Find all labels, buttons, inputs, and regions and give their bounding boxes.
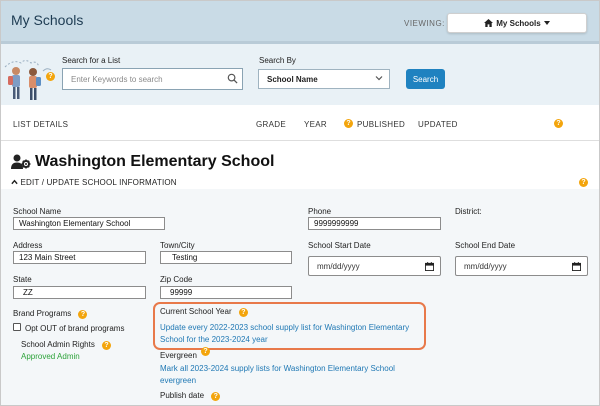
chevron-up-icon bbox=[11, 179, 18, 185]
evergreen-link-line-2[interactable]: evergreen bbox=[160, 375, 425, 387]
list-column-header: LIST DETAILS GRADE YEAR ? PUBLISHED UPDA… bbox=[1, 105, 599, 141]
phone-field[interactable]: 9999999999 bbox=[308, 217, 441, 230]
town-label: Town/City bbox=[160, 241, 195, 250]
app-window: My Schools VIEWING: My Schools ? Search … bbox=[0, 0, 600, 406]
brand-programs-label: Brand Programs ? bbox=[13, 309, 88, 319]
phone-value: 9999999999 bbox=[314, 219, 359, 228]
highlight-box bbox=[153, 302, 426, 350]
address-label: Address bbox=[13, 241, 43, 250]
search-help-icon[interactable]: ? bbox=[46, 72, 55, 81]
search-icon[interactable] bbox=[227, 73, 238, 84]
column-grade[interactable]: GRADE bbox=[256, 120, 286, 129]
opt-out-checkbox[interactable] bbox=[13, 323, 21, 331]
start-date-label: School Start Date bbox=[308, 241, 371, 250]
caret-down-icon bbox=[543, 21, 550, 25]
admin-rights-text: School Admin Rights bbox=[21, 340, 95, 349]
town-field[interactable]: Testing bbox=[160, 251, 292, 264]
search-placeholder: Enter Keywords to search bbox=[71, 74, 163, 84]
phone-label: Phone bbox=[308, 207, 332, 216]
publish-help-icon[interactable]: ? bbox=[211, 392, 221, 401]
view-selector-label: My Schools bbox=[496, 18, 541, 28]
end-date-value: mm/dd/yyyy bbox=[464, 261, 507, 271]
column-updated[interactable]: UPDATED bbox=[418, 120, 458, 129]
school-heading: Washington Elementary School bbox=[11, 153, 274, 171]
admin-rights-label: School Admin Rights ? bbox=[21, 340, 112, 350]
zip-field[interactable]: 99999 bbox=[160, 286, 292, 299]
search-by-select[interactable]: School Name bbox=[258, 69, 390, 89]
state-label: State bbox=[13, 275, 32, 284]
viewing-label: VIEWING: bbox=[404, 19, 445, 28]
search-by-value: School Name bbox=[267, 74, 318, 84]
school-name-value: Washington Elementary School bbox=[19, 219, 131, 228]
brand-programs-text: Brand Programs bbox=[13, 309, 72, 318]
admin-status: Approved Admin bbox=[21, 352, 80, 361]
kids-backpack-illustration bbox=[4, 60, 52, 100]
start-date-field[interactable]: mm/dd/yyyy bbox=[308, 256, 441, 276]
state-field[interactable]: ZZ bbox=[13, 286, 146, 299]
school-name-label: School Name bbox=[13, 207, 62, 216]
address-value: 123 Main Street bbox=[19, 253, 76, 262]
school-name: Washington Elementary School bbox=[35, 153, 275, 170]
page-title: My Schools bbox=[11, 12, 84, 28]
school-name-field[interactable]: Washington Elementary School bbox=[13, 217, 165, 230]
search-list-label: Search for a List bbox=[62, 56, 121, 65]
end-date-field[interactable]: mm/dd/yyyy bbox=[455, 256, 588, 276]
publish-date-label: Publish date ? bbox=[160, 391, 221, 401]
district-label: District: bbox=[455, 207, 482, 216]
evergreen-link[interactable]: Mark all 2023-2024 supply lists for Wash… bbox=[160, 363, 425, 387]
search-by-label: Search By bbox=[259, 56, 296, 65]
home-icon bbox=[484, 19, 494, 27]
end-date-label: School End Date bbox=[455, 241, 516, 250]
users-gear-icon bbox=[11, 154, 31, 169]
evergreen-link-line-1[interactable]: Mark all 2023-2024 supply lists for Wash… bbox=[160, 363, 425, 375]
column-published[interactable]: PUBLISHED bbox=[357, 120, 405, 129]
zip-value: 99999 bbox=[170, 288, 193, 297]
publish-date-text: Publish date bbox=[160, 391, 205, 400]
published-help-icon[interactable]: ? bbox=[344, 119, 353, 128]
brand-help-icon[interactable]: ? bbox=[78, 310, 88, 319]
opt-out-label: Opt OUT of brand programs bbox=[25, 324, 125, 333]
zip-label: Zip Code bbox=[160, 275, 193, 284]
start-date-value: mm/dd/yyyy bbox=[317, 261, 360, 271]
evergreen-help-icon[interactable]: ? bbox=[201, 347, 210, 356]
divider bbox=[1, 41, 599, 44]
town-value: Testing bbox=[172, 253, 198, 262]
edit-help-icon[interactable]: ? bbox=[579, 178, 588, 187]
admin-help-icon[interactable]: ? bbox=[102, 341, 112, 350]
state-value: ZZ bbox=[23, 288, 33, 297]
edit-school-label: EDIT / UPDATE SCHOOL INFORMATION bbox=[20, 178, 177, 187]
column-list-details[interactable]: LIST DETAILS bbox=[13, 120, 68, 129]
top-bar: My Schools VIEWING: My Schools bbox=[1, 1, 599, 41]
column-year[interactable]: YEAR bbox=[304, 120, 327, 129]
calendar-icon[interactable] bbox=[425, 262, 434, 271]
chevron-down-icon bbox=[375, 76, 383, 81]
view-selector-button[interactable]: My Schools bbox=[447, 13, 587, 33]
edit-school-toggle[interactable]: EDIT / UPDATE SCHOOL INFORMATION bbox=[11, 178, 177, 187]
address-field[interactable]: 123 Main Street bbox=[13, 251, 146, 264]
calendar-icon[interactable] bbox=[572, 262, 581, 271]
search-button[interactable]: Search bbox=[406, 69, 445, 89]
evergreen-label: Evergreen bbox=[160, 351, 197, 360]
list-help-icon[interactable]: ? bbox=[554, 119, 563, 128]
search-input[interactable]: Enter Keywords to search bbox=[62, 68, 243, 90]
